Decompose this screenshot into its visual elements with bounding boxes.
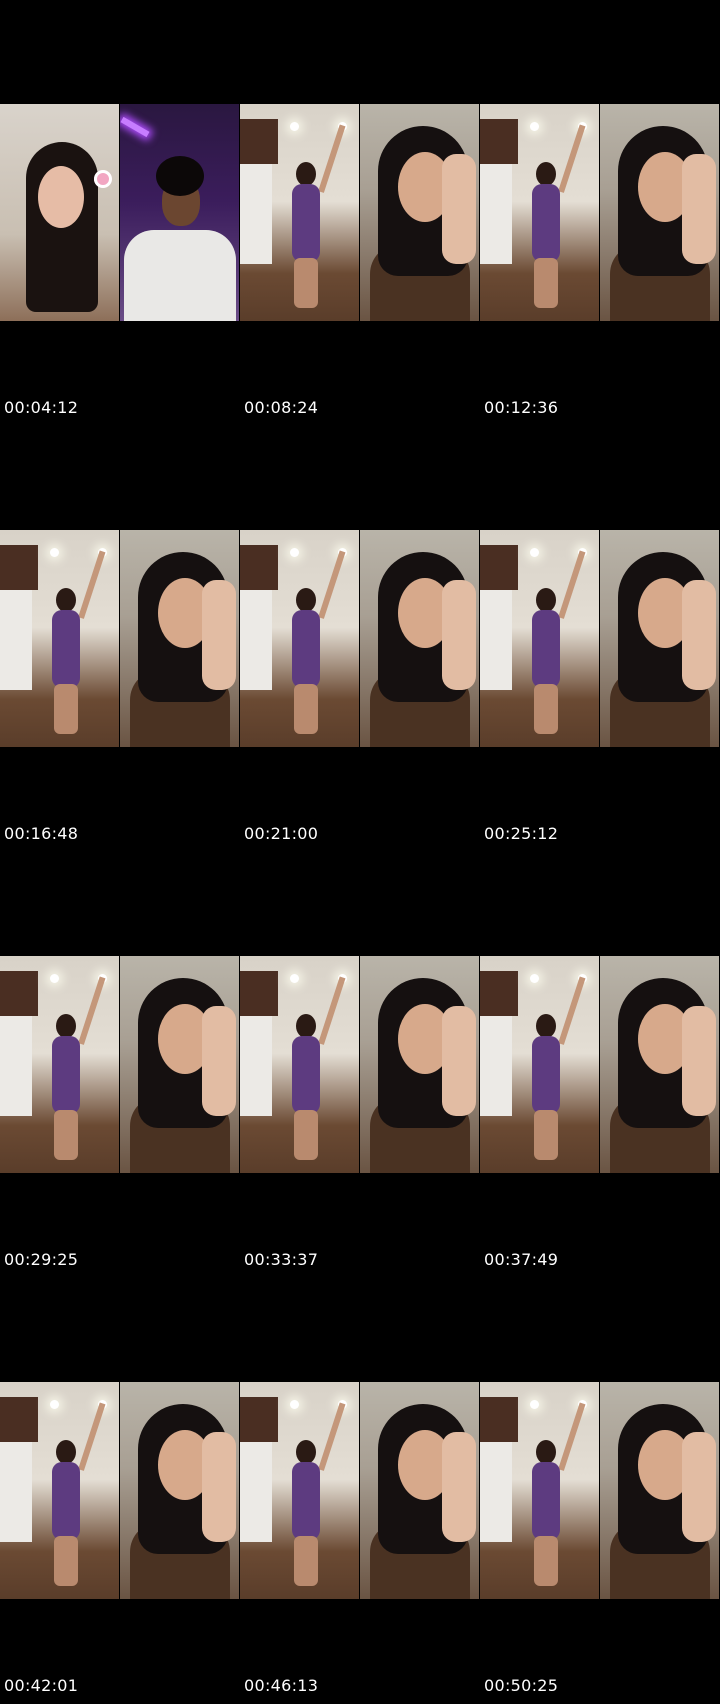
timestamp-label: 00:21:00 <box>244 824 319 843</box>
thumbnail-kitchen-standing[interactable] <box>480 956 599 1173</box>
sheet-row: 00:16:48 00:21:00 00:25:12 <box>0 426 720 852</box>
thumbnail-selfie-closeup[interactable] <box>360 530 479 747</box>
thumbnail-selfie-closeup[interactable] <box>600 956 719 1173</box>
timestamp-label: 00:37:49 <box>484 1250 559 1269</box>
timestamp-label: 00:16:48 <box>4 824 79 843</box>
thumbnail-kitchen-standing[interactable] <box>240 104 359 321</box>
timestamp-label: 00:08:24 <box>244 398 319 417</box>
thumbnail-selfie-closeup[interactable] <box>600 104 719 321</box>
timestamp-label: 00:25:12 <box>484 824 559 843</box>
thumbnail-strip <box>0 956 720 1173</box>
thumbnail-kitchen-standing[interactable] <box>0 530 119 747</box>
timestamp-label: 00:33:37 <box>244 1250 319 1269</box>
timestamp-label: 00:46:13 <box>244 1676 319 1695</box>
timestamp-label: 00:12:36 <box>484 398 559 417</box>
thumbnail-selfie-closeup[interactable] <box>360 104 479 321</box>
thumbnail-strip <box>0 1382 720 1599</box>
thumbnail-kitchen-standing[interactable] <box>240 956 359 1173</box>
thumbnail-kitchen-standing[interactable] <box>480 1382 599 1599</box>
thumbnail-selfie-closeup[interactable] <box>360 1382 479 1599</box>
thumbnail-kitchen-standing[interactable] <box>240 530 359 747</box>
timestamp-label: 00:42:01 <box>4 1676 79 1695</box>
thumbnail-kitchen-standing[interactable] <box>0 1382 119 1599</box>
thumbnail-strip <box>0 530 720 747</box>
timestamp-label: 00:50:25 <box>484 1676 559 1695</box>
thumbnail-man-purple-room[interactable] <box>120 104 239 321</box>
thumbnail-selfie-closeup[interactable] <box>600 530 719 747</box>
contact-sheet: { "rows": [ { "timestamps": ["00:04:12",… <box>0 0 720 1704</box>
sheet-row: 00:04:12 00:08:24 00:12:36 <box>0 0 720 426</box>
thumbnail-kitchen-standing[interactable] <box>480 530 599 747</box>
thumbnail-kitchen-standing[interactable] <box>480 104 599 321</box>
timestamp-label: 00:04:12 <box>4 398 79 417</box>
thumbnail-selfie-closeup[interactable] <box>120 956 239 1173</box>
thumbnail-kitchen-standing[interactable] <box>240 1382 359 1599</box>
sheet-row: 00:29:25 00:33:37 00:37:49 <box>0 852 720 1278</box>
thumbnail-girl-with-flower[interactable] <box>0 104 119 321</box>
thumbnail-selfie-closeup[interactable] <box>120 530 239 747</box>
thumbnail-selfie-closeup[interactable] <box>120 1382 239 1599</box>
thumbnail-selfie-closeup[interactable] <box>360 956 479 1173</box>
timestamp-label: 00:29:25 <box>4 1250 79 1269</box>
sheet-row: 00:42:01 00:46:13 00:50:25 <box>0 1278 720 1704</box>
thumbnail-selfie-closeup[interactable] <box>600 1382 719 1599</box>
thumbnail-kitchen-standing[interactable] <box>0 956 119 1173</box>
thumbnail-strip <box>0 104 720 321</box>
